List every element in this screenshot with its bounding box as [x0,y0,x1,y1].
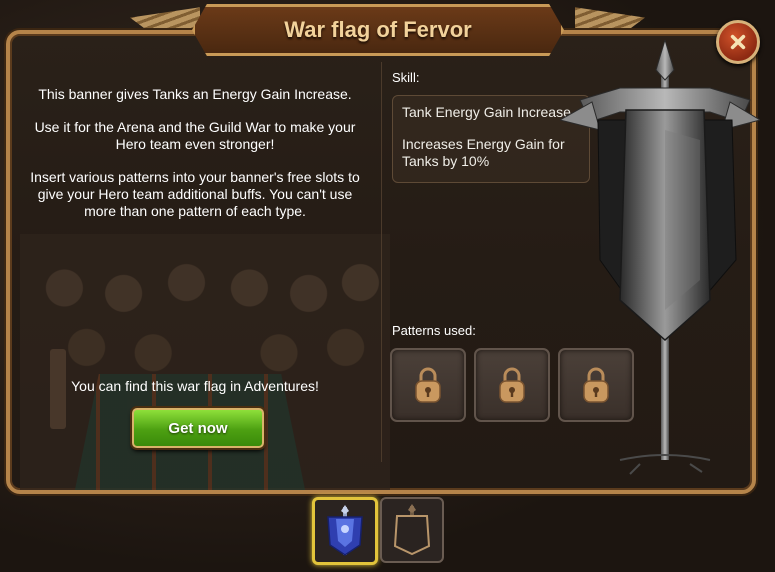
blue-banner-icon [327,505,363,556]
acquire-hint: You can find this war flag in Adventures… [71,378,319,394]
dialog-title: War flag of Fervor [284,17,472,42]
lock-icon [415,367,441,403]
banner-tab-bronze[interactable] [380,497,444,563]
get-now-button[interactable]: Get now [132,408,264,448]
skill-description: Increases Energy Gain for Tanks by 10% [402,136,565,169]
description-paragraph: Use it for the Arena and the Guild War t… [34,119,356,152]
pattern-slot-2[interactable] [474,348,550,422]
banner-description: This banner gives Tanks an Energy Gain I… [20,86,370,236]
pattern-slot-1[interactable] [390,348,466,422]
description-paragraph: This banner gives Tanks an Energy Gain I… [38,86,352,102]
war-flag-icon [558,38,762,475]
war-flag-illustration [558,38,762,480]
banner-tab-blue[interactable] [312,497,378,565]
skill-label: Skill: [392,70,420,85]
lock-icon [499,367,525,403]
patterns-label: Patterns used: [392,323,476,338]
skill-name: Tank Energy Gain Increase [402,104,571,120]
bronze-banner-icon [393,504,431,556]
title-plate: War flag of Fervor [192,4,564,56]
panel-divider [381,62,382,462]
description-paragraph: Insert various patterns into your banner… [30,169,360,219]
